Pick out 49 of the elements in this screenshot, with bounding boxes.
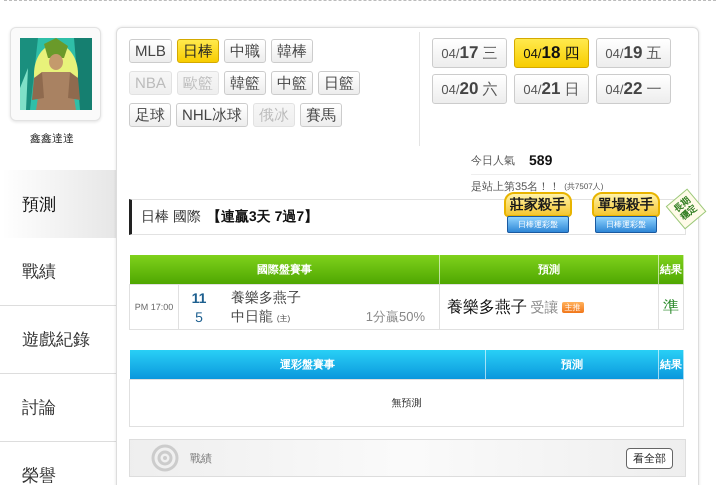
league-button[interactable]: 中職 bbox=[224, 39, 266, 63]
badge-ribbon: 日棒運彩盤 bbox=[507, 216, 569, 233]
popularity-label: 今日人氣 bbox=[471, 154, 515, 168]
league-button[interactable]: 中籃 bbox=[270, 71, 313, 95]
badge-title: 莊家殺手 bbox=[504, 192, 572, 217]
result-cell: 準 bbox=[658, 284, 684, 330]
panel-title: 戰績 bbox=[190, 452, 213, 466]
pick-team: 養樂多燕子 bbox=[447, 298, 527, 316]
column-header: 國際盤賽事 bbox=[130, 255, 440, 284]
column-header: 結果 bbox=[658, 350, 684, 380]
league-title: 日棒 國際 bbox=[141, 208, 201, 226]
handicap-line: 1分贏50% bbox=[366, 308, 425, 326]
avatar-card[interactable] bbox=[10, 27, 101, 121]
column-header: 預測 bbox=[486, 350, 658, 380]
badge-ribbon: 日棒運彩盤 bbox=[595, 216, 657, 233]
date-button[interactable]: 04/20 六 bbox=[432, 74, 507, 104]
league-button[interactable]: 足球 bbox=[129, 103, 171, 127]
column-header: 結果 bbox=[658, 255, 684, 284]
column-header: 運彩盤賽事 bbox=[130, 350, 486, 380]
date-button[interactable]: 04/22 一 bbox=[596, 74, 671, 104]
date-button[interactable]: 04/19 五 bbox=[596, 38, 671, 68]
league-button[interactable]: 韓籃 bbox=[224, 71, 266, 95]
league-button[interactable]: 日籃 bbox=[318, 71, 360, 95]
league-button[interactable]: 日棒 bbox=[176, 39, 219, 63]
away-score: 11 bbox=[190, 290, 208, 306]
total-users: (共7507人) bbox=[564, 180, 604, 192]
corner-ribbon: 長期穩定 bbox=[666, 188, 706, 230]
rank-text: 是站上第35名！！ bbox=[471, 180, 560, 194]
badge-title: 單場殺手 bbox=[592, 192, 660, 217]
league-button[interactable]: 賽馬 bbox=[300, 103, 342, 127]
date-button[interactable]: 04/18 四 bbox=[514, 38, 589, 68]
empty-message: 無預測 bbox=[130, 380, 684, 426]
home-score: 5 bbox=[194, 308, 204, 324]
streak-text: 【連贏3天 7過7】 bbox=[206, 208, 318, 226]
date-button[interactable]: 04/17 三 bbox=[432, 38, 507, 68]
league-button[interactable]: 韓棒 bbox=[270, 39, 313, 63]
pick-type: 受讓 bbox=[530, 298, 558, 314]
match-time: PM 17:00 bbox=[130, 284, 178, 330]
pick-tag: 主推 bbox=[562, 302, 584, 312]
popularity-count: 589 bbox=[529, 152, 552, 168]
home-team: 中日龍 (主) bbox=[231, 308, 292, 326]
away-team: 養樂多燕子 bbox=[231, 288, 301, 306]
league-button[interactable]: MLB bbox=[129, 39, 172, 63]
date-button[interactable]: 04/21 日 bbox=[514, 74, 589, 104]
view-all-button[interactable]: 看全部 bbox=[626, 448, 673, 468]
user-name: 鑫鑫達達 bbox=[29, 132, 75, 146]
league-button[interactable]: NHL冰球 bbox=[176, 103, 248, 127]
column-header: 預測 bbox=[440, 255, 658, 284]
target-icon bbox=[150, 443, 180, 473]
